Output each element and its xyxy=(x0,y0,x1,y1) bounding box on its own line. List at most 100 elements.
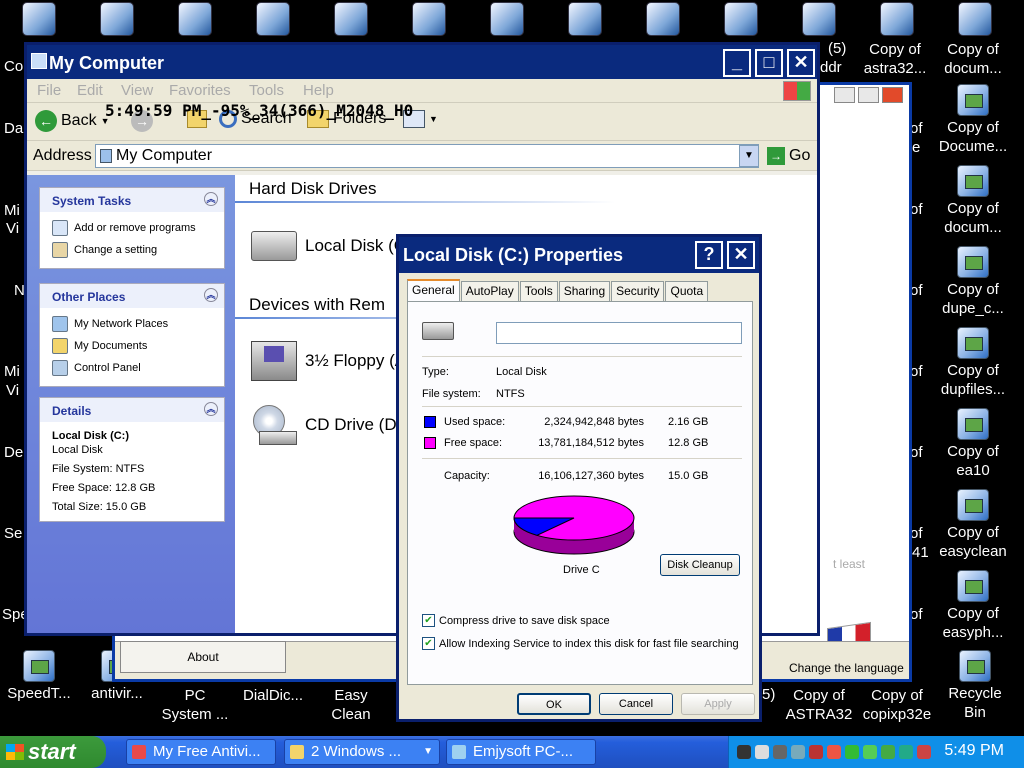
tray-icon[interactable] xyxy=(791,745,805,759)
back-button[interactable]: ← Back ▼ xyxy=(35,110,110,132)
desktop-top-icon[interactable] xyxy=(646,2,680,36)
tray-icon[interactable] xyxy=(917,745,931,759)
chevron-down-icon: ▼ xyxy=(429,114,438,124)
system-tasks-header[interactable]: System Tasks ︽ xyxy=(40,188,224,212)
desktop-top-icon[interactable] xyxy=(412,2,446,36)
dialog-titlebar[interactable]: Local Disk (C:) Properties ? ✕ xyxy=(399,237,759,273)
desktop-top-icon[interactable] xyxy=(490,2,524,36)
desktop-icon-copy-dupfiles[interactable]: Copy of dupfiles... xyxy=(934,327,1012,399)
start-button[interactable]: start xyxy=(0,736,106,768)
menu-favorites[interactable]: Favorites xyxy=(169,82,231,99)
desktop-icon-copy-documents[interactable]: Copy of Docume... xyxy=(934,84,1012,156)
icon-label: Bin xyxy=(964,704,986,721)
tray-icon[interactable] xyxy=(773,745,787,759)
tab-security[interactable]: Security xyxy=(611,281,665,301)
floppy-drive-item[interactable]: 3½ Floppy (A xyxy=(251,341,406,381)
desktop-top-icon[interactable] xyxy=(724,2,758,36)
icon-label: Docume... xyxy=(938,138,1008,155)
recycle-bin-icon xyxy=(959,650,991,682)
tab-general[interactable]: General xyxy=(407,279,460,301)
tab-tools[interactable]: Tools xyxy=(519,281,558,301)
tray-icon[interactable] xyxy=(899,745,913,759)
disk-cleanup-button[interactable]: Disk Cleanup xyxy=(660,554,740,576)
minimize-icon[interactable] xyxy=(834,87,855,103)
desktop-icon-copy-astra32-b[interactable]: Copy of ASTRA32 xyxy=(780,686,858,724)
desktop-icon-dialdic[interactable]: DialDic... xyxy=(234,686,312,705)
apply-button[interactable]: Apply xyxy=(681,693,755,715)
window-titlebar[interactable]: My Computer _ □ ✕ xyxy=(27,45,817,79)
compress-drive-checkbox[interactable]: ✔ Compress drive to save disk space xyxy=(422,614,610,627)
taskbar-button-windows-group[interactable]: 2 Windows ... ▼ xyxy=(284,739,440,765)
desktop-icon-easy-clean[interactable]: Easy Clean xyxy=(312,686,390,724)
address-input[interactable]: My Computer xyxy=(95,144,759,168)
menu-help[interactable]: Help xyxy=(303,82,334,99)
desktop-top-icon[interactable] xyxy=(100,2,134,36)
desktop-icon-recycle-bin[interactable]: Recycle Bin xyxy=(936,650,1014,722)
tray-icon[interactable] xyxy=(881,745,895,759)
ok-button[interactable]: OK xyxy=(517,693,591,715)
my-documents-link[interactable]: My Documents xyxy=(40,335,224,357)
taskbar-button-emjysoft[interactable]: Emjysoft PC-... xyxy=(446,739,596,765)
desktop-top-icon[interactable] xyxy=(334,2,368,36)
go-button[interactable]: → Go xyxy=(767,147,810,165)
minimize-button[interactable]: _ xyxy=(723,49,751,77)
menu-view[interactable]: View xyxy=(121,82,153,99)
desktop-icon-copy-astra32[interactable]: Copy of astra32... xyxy=(856,40,934,78)
desktop-top-icon[interactable] xyxy=(568,2,602,36)
desktop-top-icon[interactable] xyxy=(22,2,56,36)
desktop-icon-copy-dupe[interactable]: Copy of dupe_c... xyxy=(934,246,1012,318)
cd-drive-item[interactable]: CD Drive (D: xyxy=(251,405,401,445)
desktop-top-icon[interactable] xyxy=(178,2,212,36)
tray-icon[interactable] xyxy=(845,745,859,759)
icon-label: docum... xyxy=(944,60,1002,77)
menu-edit[interactable]: Edit xyxy=(77,82,103,99)
local-disk-c-item[interactable]: Local Disk (C xyxy=(251,231,406,261)
menu-file[interactable]: File xyxy=(37,82,61,99)
indexing-service-checkbox[interactable]: ✔ Allow Indexing Service to index this d… xyxy=(422,637,739,650)
address-dropdown-button[interactable]: ▼ xyxy=(739,145,759,167)
tray-icon[interactable] xyxy=(737,745,751,759)
tray-icon[interactable] xyxy=(827,745,841,759)
maximize-icon[interactable] xyxy=(858,87,879,103)
collapse-icon[interactable]: ︽ xyxy=(204,288,218,302)
control-panel-link[interactable]: Control Panel xyxy=(40,357,224,386)
desktop-top-icon[interactable] xyxy=(880,2,914,36)
desktop-icon-copy-easyclean[interactable]: Copy of easyclean xyxy=(934,489,1012,561)
place-label: My Network Places xyxy=(74,318,169,330)
tab-autoplay[interactable]: AutoPlay xyxy=(460,281,519,301)
close-button[interactable]: ✕ xyxy=(727,241,755,269)
help-button[interactable]: ? xyxy=(695,241,723,269)
tray-icon[interactable] xyxy=(755,745,769,759)
close-icon[interactable] xyxy=(882,87,903,103)
taskbar-button-antivirus[interactable]: My Free Antivi... xyxy=(126,739,276,765)
section-divider xyxy=(235,201,615,203)
desktop-icon-pc-system[interactable]: PC System ... xyxy=(156,686,234,724)
desktop-icon-copy-ea10[interactable]: Copy of ea10 xyxy=(934,408,1012,480)
tab-quota[interactable]: Quota xyxy=(665,281,709,301)
desktop-top-icon[interactable] xyxy=(958,2,992,36)
desktop-icon-speedtest[interactable]: SpeedT... xyxy=(0,650,78,703)
tray-icon[interactable] xyxy=(809,745,823,759)
close-button[interactable]: ✕ xyxy=(787,49,815,77)
desktop-icon-copy-docum[interactable]: Copy of docum... xyxy=(934,40,1012,78)
collapse-icon[interactable]: ︽ xyxy=(204,192,218,206)
drive-name-input[interactable] xyxy=(496,322,742,344)
my-network-places-link[interactable]: My Network Places xyxy=(40,308,224,335)
desktop-top-icon[interactable] xyxy=(256,2,290,36)
tab-sharing[interactable]: Sharing xyxy=(558,281,611,301)
maximize-button[interactable]: □ xyxy=(755,49,783,77)
change-language-link[interactable]: Change the language xyxy=(789,661,904,675)
desktop-icon-copy-copixp32e[interactable]: Copy of copixp32e xyxy=(858,686,936,724)
desktop-icon-copy-docum-2[interactable]: Copy of docum... xyxy=(934,165,1012,237)
about-button[interactable]: About xyxy=(120,641,286,673)
tray-icon[interactable] xyxy=(863,745,877,759)
details-header[interactable]: Details ︽ xyxy=(40,398,224,422)
other-places-header[interactable]: Other Places ︽ xyxy=(40,284,224,308)
cancel-button[interactable]: Cancel xyxy=(599,693,673,715)
desktop-icon-copy-easyph[interactable]: Copy of easyph... xyxy=(934,570,1012,642)
menu-tools[interactable]: Tools xyxy=(249,82,284,99)
add-remove-programs-link[interactable]: Add or remove programs xyxy=(40,212,224,239)
change-setting-link[interactable]: Change a setting xyxy=(40,239,224,268)
desktop-top-icon[interactable] xyxy=(802,2,836,36)
collapse-icon[interactable]: ︽ xyxy=(204,402,218,416)
